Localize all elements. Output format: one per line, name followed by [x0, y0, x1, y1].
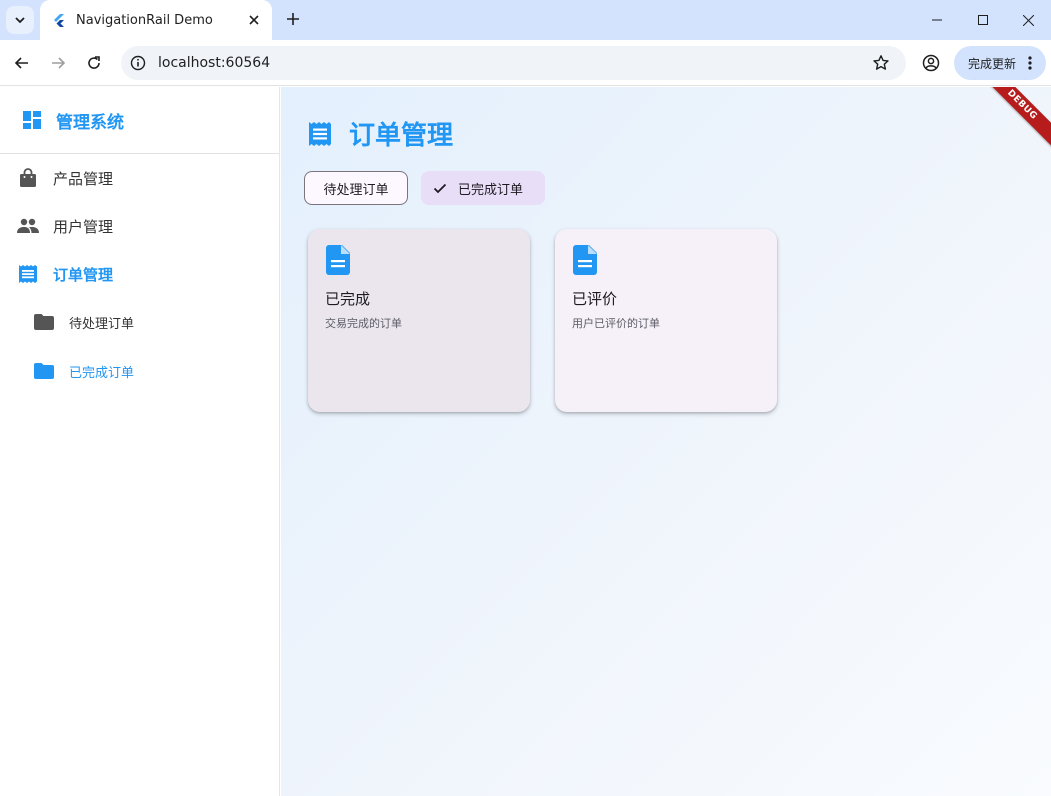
sidebar-item-users[interactable]: 用户管理 [0, 204, 279, 248]
sidebar-item-label: 订单管理 [53, 265, 114, 284]
address-bar[interactable]: localhost:60564 [121, 46, 906, 80]
card-subtitle: 交易完成的订单 [325, 317, 402, 330]
more-vert-icon[interactable] [1022, 55, 1038, 71]
tab-title: NavigationRail Demo [76, 12, 213, 28]
plus-icon [287, 13, 299, 25]
page-title: 订单管理 [349, 121, 454, 151]
minimize-icon [932, 19, 942, 21]
sidebar-subitem-completed-orders[interactable]: 已完成订单 [0, 349, 279, 393]
sidebar-subitem-label: 待处理订单 [69, 316, 135, 332]
sidebar-subitem-label: 已完成订单 [69, 365, 135, 381]
close-icon [1022, 14, 1034, 26]
account-icon [922, 54, 940, 72]
browser-toolbar: localhost:60564 完成更新 [0, 40, 1051, 86]
shopping-bag-icon [17, 167, 39, 189]
receipt-icon [17, 263, 39, 285]
debug-banner: DEBUG [977, 87, 1051, 150]
back-button[interactable] [8, 49, 36, 77]
maximize-button[interactable] [960, 0, 1006, 40]
check-icon [433, 183, 447, 194]
chip-label: 已完成订单 [458, 182, 524, 198]
chevron-down-icon [15, 17, 25, 24]
tab-close-button[interactable] [246, 12, 262, 28]
minimize-button[interactable] [914, 0, 960, 40]
star-icon[interactable] [872, 54, 890, 72]
new-tab-button[interactable] [282, 8, 304, 30]
document-icon [326, 245, 350, 275]
info-icon[interactable] [130, 55, 146, 71]
main-content: 订单管理 待处理订单 已完成订单 已完成 交易完成的订单 已评价 用户已评价的订… [281, 87, 1051, 796]
card-subtitle: 用户已评价的订单 [572, 317, 660, 330]
update-label: 完成更新 [968, 56, 1017, 71]
url-text[interactable]: localhost:60564 [158, 55, 872, 71]
flutter-icon [54, 14, 64, 27]
dashboard-icon [23, 111, 41, 129]
profile-button[interactable] [919, 51, 943, 75]
tab-search-button[interactable] [6, 6, 34, 34]
chip-label: 待处理订单 [323, 182, 389, 198]
sidebar-item-label: 用户管理 [53, 217, 114, 236]
reload-button[interactable] [80, 49, 108, 77]
arrow-left-icon [14, 57, 28, 69]
app-root: 管理系统 产品管理 用户管理 订单管理 待处理订单 已完成订单 订单管理 待处理… [0, 87, 1051, 796]
arrow-right-icon [52, 57, 66, 69]
sidebar-subitem-pending-orders[interactable]: 待处理订单 [0, 300, 279, 344]
order-card-completed[interactable]: 已完成 交易完成的订单 [308, 229, 530, 412]
browser-tab[interactable]: NavigationRail Demo [40, 0, 272, 40]
sidebar-item-products[interactable]: 产品管理 [0, 156, 279, 200]
receipt-icon [309, 121, 331, 146]
filter-chip-pending[interactable]: 待处理订单 [304, 171, 408, 205]
browser-tab-bar: NavigationRail Demo [0, 0, 1051, 40]
update-button[interactable]: 完成更新 [954, 46, 1046, 80]
sidebar-header: 管理系统 [0, 87, 279, 154]
people-icon [17, 215, 39, 237]
sidebar: 管理系统 产品管理 用户管理 订单管理 待处理订单 已完成订单 [0, 87, 280, 796]
sidebar-item-orders[interactable]: 订单管理 [0, 252, 279, 296]
folder-icon [33, 311, 55, 333]
filter-chip-completed[interactable]: 已完成订单 [421, 171, 545, 205]
reload-icon [88, 56, 100, 69]
card-title: 已评价 [572, 290, 618, 308]
sidebar-title: 管理系统 [56, 112, 124, 133]
order-card-reviewed[interactable]: 已评价 用户已评价的订单 [555, 229, 777, 412]
maximize-icon [978, 15, 988, 25]
forward-button[interactable] [44, 49, 72, 77]
document-icon [573, 245, 597, 275]
close-icon [249, 15, 259, 25]
folder-icon [33, 360, 55, 382]
card-title: 已完成 [325, 290, 371, 308]
page-header: 订单管理 [308, 115, 453, 152]
sidebar-item-label: 产品管理 [53, 169, 114, 188]
window-close-button[interactable] [1005, 0, 1051, 40]
